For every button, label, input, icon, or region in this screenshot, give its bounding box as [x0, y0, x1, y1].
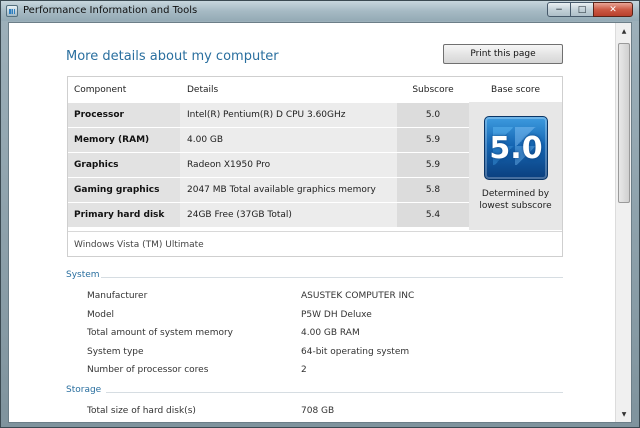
content-area: More details about my computer Print thi…: [8, 22, 632, 423]
property-label: Total size of hard disk(s): [87, 406, 196, 416]
component-name: Gaming graphics: [68, 178, 180, 202]
close-button[interactable]: ✕: [593, 2, 633, 17]
divider: [106, 392, 563, 393]
score-table-header: Component Details Subscore Base score: [68, 77, 562, 102]
property-label: Manufacturer: [87, 291, 148, 301]
section-title-system: System: [66, 270, 100, 280]
property-value: P5W DH Deluxe: [301, 310, 372, 320]
score-table: Component Details Subscore Base score Pr…: [67, 76, 563, 257]
component-subscore: 5.4: [397, 203, 469, 227]
section-title-storage: Storage: [66, 385, 102, 395]
property-label: Number of processor cores: [87, 365, 209, 375]
header-details: Details: [187, 84, 219, 95]
os-edition: Windows Vista (TM) Ultimate: [74, 240, 204, 250]
component-name: Graphics: [68, 153, 180, 177]
component-name: Processor: [68, 103, 180, 127]
scroll-thumb[interactable]: [618, 43, 630, 203]
property-value: 64-bit operating system: [301, 347, 410, 357]
property-label: Model: [87, 310, 115, 320]
component-subscore: 5.9: [397, 128, 469, 152]
divider: [101, 277, 563, 278]
component-details: 2047 MB Total available graphics memory: [187, 185, 376, 195]
scroll-up-icon[interactable]: ▲: [617, 23, 631, 39]
component-name: Memory (RAM): [68, 128, 180, 152]
property-label: Total amount of system memory: [87, 328, 234, 338]
vertical-scrollbar[interactable]: ▲ ▼: [615, 23, 631, 422]
window-title: Performance Information and Tools: [23, 5, 198, 16]
base-score-badge: 5.0: [484, 116, 548, 180]
component-details: Intel(R) Pentium(R) D CPU 3.60GHz: [187, 110, 346, 120]
property-value: 2: [301, 365, 307, 375]
component-details: Radeon X1950 Pro: [187, 160, 271, 170]
scroll-down-icon[interactable]: ▼: [617, 406, 631, 422]
property-value: 4.00 GB RAM: [301, 328, 360, 338]
property-label: System type: [87, 347, 144, 357]
caption-buttons: − □ ✕: [547, 2, 633, 17]
performance-window: Performance Information and Tools − □ ✕ …: [0, 0, 640, 428]
component-details: 4.00 GB: [187, 135, 224, 145]
component-subscore: 5.9: [397, 153, 469, 177]
minimize-button[interactable]: −: [547, 2, 571, 17]
base-score-caption: Determined by lowest subscore: [479, 189, 552, 211]
performance-app-icon: [6, 5, 18, 17]
property-value: ASUSTEK COMPUTER INC: [301, 291, 415, 301]
header-subscore: Subscore: [412, 84, 454, 95]
component-name: Primary hard disk: [68, 203, 180, 227]
maximize-button[interactable]: □: [570, 2, 594, 17]
component-subscore: 5.8: [397, 178, 469, 202]
base-score-value: 5.0: [489, 130, 543, 166]
property-value: 708 GB: [301, 406, 335, 416]
page-title: More details about my computer: [66, 49, 279, 64]
component-subscore: 5.0: [397, 103, 469, 127]
base-score-panel: 5.0 Determined by lowest subscore: [469, 102, 562, 230]
header-base-score: Base score: [491, 84, 540, 95]
header-component: Component: [74, 84, 127, 95]
divider: [68, 231, 562, 232]
component-details: 24GB Free (37GB Total): [187, 210, 292, 220]
title-bar[interactable]: Performance Information and Tools − □ ✕: [1, 1, 639, 21]
print-button[interactable]: Print this page: [443, 44, 563, 64]
